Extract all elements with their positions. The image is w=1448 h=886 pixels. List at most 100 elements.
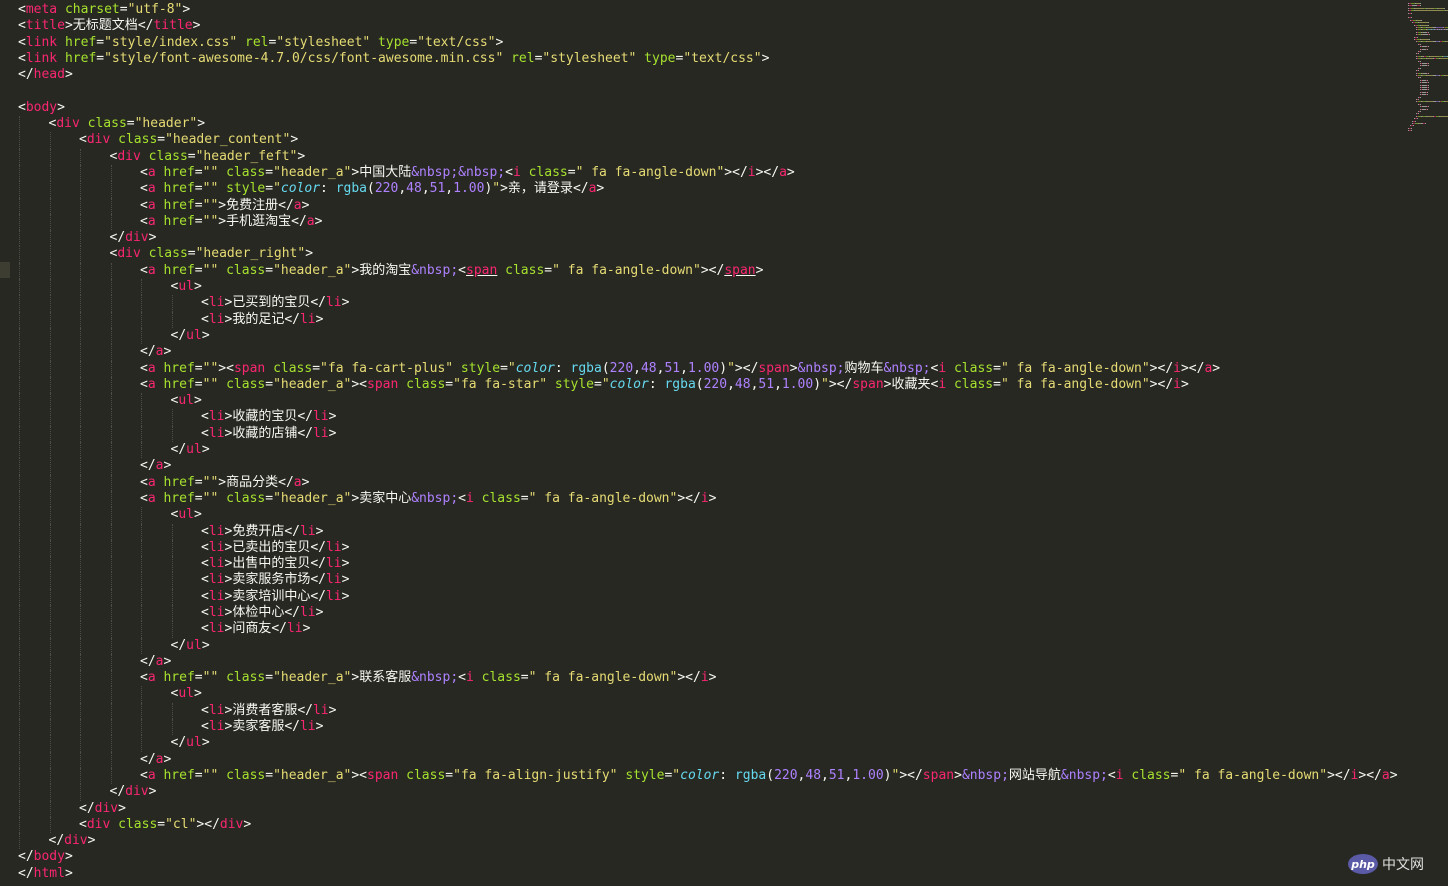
code-token: = — [157, 132, 166, 148]
code-line[interactable]: </ul> — [18, 637, 1402, 654]
code-line[interactable]: </ul> — [18, 735, 1402, 752]
code-token: = — [265, 181, 274, 197]
code-line[interactable]: <a href="" class="header_a">卖家中心&nbsp;<i… — [18, 490, 1402, 508]
indent-guide — [80, 246, 81, 263]
code-line[interactable]: <li>问商友</li> — [18, 621, 1402, 638]
code-text: <li>卖家培训中心</li> — [201, 589, 349, 604]
code-area[interactable]: <meta charset="utf-8"> <title>无标题文档</titl… — [18, 2, 1402, 886]
code-token: : — [320, 181, 336, 197]
code-line[interactable]: <ul> — [18, 507, 1402, 524]
code-token: a — [1381, 767, 1390, 783]
code-editor[interactable]: <meta charset="utf-8"> <title>无标题文档</titl… — [0, 0, 1448, 886]
code-line[interactable]: </div> — [18, 800, 1402, 817]
indent-guide — [19, 181, 20, 198]
code-token: "fa fa-star" — [453, 376, 548, 392]
code-token: > — [297, 148, 306, 164]
code-line[interactable]: <a href="">商品分类</a> — [18, 474, 1402, 491]
code-token: &nbsp;&nbsp; — [411, 164, 506, 180]
code-token: li — [208, 702, 225, 718]
code-line[interactable]: <a href="" class="header_a">中国大陆&nbsp;&n… — [18, 164, 1402, 182]
code-text: </a> — [140, 458, 171, 473]
indent-guide — [171, 588, 173, 605]
code-token: li — [286, 621, 303, 637]
indent-guide — [171, 523, 173, 540]
minimap-strip — [1421, 39, 1429, 40]
code-token: , — [727, 376, 735, 392]
code-line[interactable]: <div class="header_content"> — [18, 132, 1402, 149]
code-token: ></ — [724, 164, 748, 180]
code-token: i — [1173, 376, 1181, 392]
indent-guide — [49, 409, 51, 426]
code-line[interactable]: <li>卖家培训中心</li> — [18, 588, 1402, 605]
code-line[interactable]: <a href="" class="header_a"><span class=… — [18, 767, 1402, 785]
code-token: < — [18, 18, 26, 34]
code-token: "header_feft" — [195, 148, 298, 164]
code-line[interactable]: <title>无标题文档</title> — [18, 18, 1402, 34]
code-token: > — [163, 344, 172, 360]
indent-guide — [19, 164, 20, 182]
code-line[interactable]: <li>卖家服务市场</li> — [18, 572, 1402, 589]
code-line[interactable]: <div class="cl"></div> — [18, 816, 1402, 834]
code-line[interactable]: <li>体检中心</li> — [18, 604, 1402, 622]
code-line[interactable]: <li>卖家客服</li> — [18, 719, 1402, 736]
minimap[interactable] — [1404, 0, 1448, 150]
code-line[interactable]: <link href="style/index.css" rel="styles… — [18, 35, 1402, 51]
code-line[interactable]: <div class="header"> — [18, 116, 1402, 133]
code-line[interactable]: </a> — [18, 344, 1402, 361]
code-line[interactable] — [18, 83, 1402, 99]
code-line[interactable]: <link href="style/font-awesome-4.7.0/css… — [18, 51, 1402, 67]
code-line[interactable]: <a href=""><span class="fa fa-cart-plus"… — [18, 360, 1402, 377]
code-line[interactable]: </a> — [18, 751, 1402, 768]
code-line[interactable]: <div class="header_right"> — [18, 246, 1402, 263]
code-line[interactable]: <li>消费者客服</li> — [18, 702, 1402, 720]
code-line[interactable]: </head> — [18, 67, 1402, 83]
code-token: < — [140, 670, 148, 686]
indent-guide — [171, 556, 173, 573]
code-line[interactable]: <a href="" class="header_a"><span class=… — [18, 376, 1402, 394]
code-line[interactable]: <div class="header_feft"> — [18, 148, 1402, 165]
code-line[interactable]: <ul> — [18, 279, 1402, 296]
minimap-strip — [1418, 70, 1419, 72]
code-line[interactable]: </div> — [18, 784, 1402, 801]
code-line[interactable]: <a href="" style="color: rgba(220,48,51,… — [18, 181, 1402, 198]
code-line[interactable]: </div> — [18, 230, 1402, 247]
code-token: < — [201, 604, 209, 620]
code-line[interactable]: <a href="" class="header_a">我的淘宝&nbsp;<s… — [18, 262, 1402, 280]
code-token: 已买到的宝贝 — [232, 295, 311, 311]
code-line[interactable]: </a> — [18, 458, 1402, 475]
code-line[interactable]: </a> — [18, 653, 1402, 671]
indent-guide — [171, 719, 173, 736]
code-token: style — [453, 360, 501, 376]
code-line[interactable]: </html> — [18, 866, 1402, 882]
code-token: ></ — [1180, 360, 1205, 376]
code-line[interactable]: <li>出售中的宝贝</li> — [18, 556, 1402, 573]
code-line[interactable]: <li>已买到的宝贝</li> — [18, 295, 1402, 312]
indent-guide — [19, 327, 20, 345]
code-line[interactable]: <li>收藏的店铺</li> — [18, 425, 1402, 443]
code-line[interactable]: <a href="" class="header_a">联系客服&nbsp;<i… — [18, 670, 1402, 687]
code-line[interactable]: <meta charset="utf-8"> — [18, 2, 1402, 18]
code-line[interactable]: </ul> — [18, 442, 1402, 459]
code-token: href — [155, 213, 195, 229]
code-line[interactable]: <li>我的足记</li> — [18, 311, 1402, 328]
code-token: "cl" — [165, 816, 197, 832]
code-token: > — [197, 116, 206, 132]
code-line[interactable]: <li>收藏的宝贝</li> — [18, 409, 1402, 426]
code-line[interactable]: </ul> — [18, 327, 1402, 345]
code-line[interactable]: <li>已卖出的宝贝</li> — [18, 539, 1402, 557]
code-token: 卖家培训中心 — [232, 588, 311, 604]
code-text: <meta charset="utf-8"> — [18, 2, 190, 17]
code-line[interactable]: <a href="">免费注册</a> — [18, 197, 1402, 214]
code-line[interactable]: </body> — [18, 849, 1402, 865]
code-line[interactable]: <li>免费开店</li> — [18, 523, 1402, 540]
code-line[interactable]: <ul> — [18, 393, 1402, 410]
indent-guide — [110, 637, 112, 654]
code-token: "utf-8" — [127, 2, 183, 17]
code-line[interactable]: <body> — [18, 100, 1402, 116]
minimap-strip — [1418, 53, 1419, 55]
code-line[interactable]: <ul> — [18, 686, 1402, 703]
code-token: = — [194, 490, 203, 506]
code-line[interactable]: </div> — [18, 833, 1402, 850]
code-line[interactable]: <a href="">手机逛淘宝</a> — [18, 213, 1402, 231]
code-token: < — [458, 490, 466, 506]
